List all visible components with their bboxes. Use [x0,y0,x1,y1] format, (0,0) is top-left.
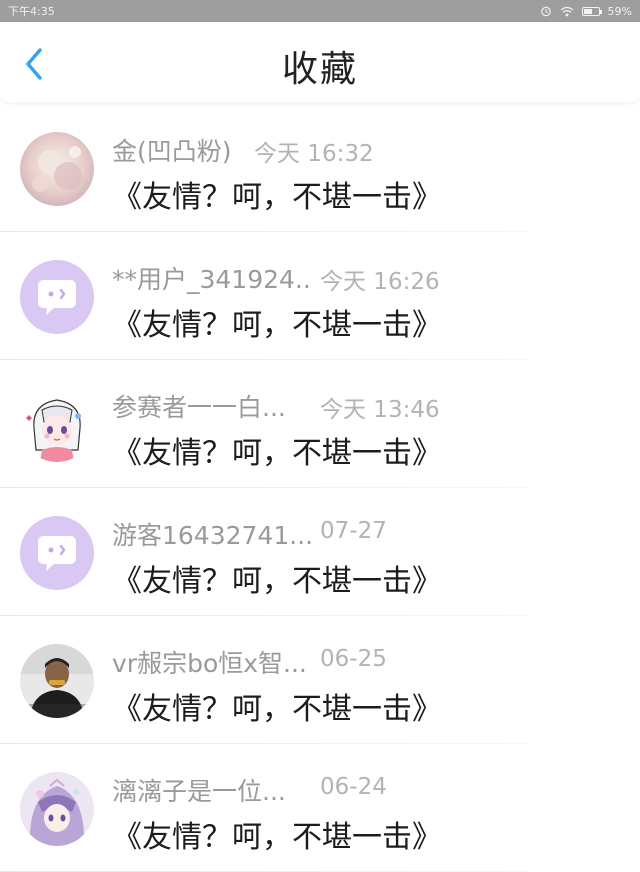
favorite-title[interactable]: 《友情？呵，不堪一击》 [112,556,442,600]
battery-icon [581,6,602,16]
avatar-anime-girl [20,388,94,462]
page-title: 收藏 [281,49,358,90]
favorite-title[interactable]: 《友情？呵，不堪一击》 [112,172,442,216]
list-item[interactable]: **用户_341924.. 今天 16:26 《友情？呵，不堪一击》 [0,232,640,360]
user-name: **用户_341924.. [112,265,311,294]
favorite-title[interactable]: 《友情？呵，不堪一击》 [112,428,442,472]
chat-bubble-icon [20,260,94,334]
timestamp: 06-25 [320,646,387,672]
timestamp: 今天 16:26 [320,269,440,295]
timestamp: 07-27 [320,518,387,544]
favorites-list: 金(凹凸粉) 今天 16:32 《友情？呵，不堪一击》 **用户_341924.… [0,104,640,872]
favorite-title[interactable]: 《友情？呵，不堪一击》 [112,300,442,344]
list-item[interactable]: vr赧宗bo恒x智... 06-25 《友情？呵，不堪一击》 [0,616,640,744]
status-time: 下午4:35 [8,5,55,18]
avatar[interactable] [20,132,94,206]
avatar-photo-person [20,644,94,718]
avatar[interactable] [20,260,94,334]
favorite-title[interactable]: 《友情？呵，不堪一击》 [112,684,442,728]
timestamp: 今天 16:32 [254,141,374,167]
status-bar: 下午4:35 59% [0,0,640,22]
avatar[interactable] [20,388,94,462]
alarm-icon [540,6,551,17]
wifi-icon [560,6,573,16]
avatar-photo-pink [20,132,94,206]
timestamp: 06-24 [320,774,387,800]
avatar[interactable] [20,516,94,590]
list-item[interactable]: 金(凹凸粉) 今天 16:32 《友情？呵，不堪一击》 [0,104,640,232]
user-name: 漓漓子是一位... [112,777,286,806]
list-item[interactable]: 游客16432741... 07-27 《友情？呵，不堪一击》 [0,488,640,616]
user-name: 参赛者一一白... [112,393,286,422]
user-name: 游客16432741... [112,521,314,550]
favorite-title[interactable]: 《友情？呵，不堪一击》 [112,812,442,856]
list-item[interactable]: 参赛者一一白... 今天 13:46 《友情？呵，不堪一击》 [0,360,640,488]
user-name: vr赧宗bo恒x智... [112,649,307,678]
battery-percent: 59% [607,4,632,18]
avatar-anime-purple [20,772,94,846]
user-name: 金(凹凸粉) [112,137,232,166]
timestamp: 今天 13:46 [320,397,440,423]
status-icons: 59% [540,5,632,18]
chat-bubble-icon [20,516,94,590]
avatar[interactable] [20,772,94,846]
header: 收藏 [0,22,640,102]
avatar[interactable] [20,644,94,718]
